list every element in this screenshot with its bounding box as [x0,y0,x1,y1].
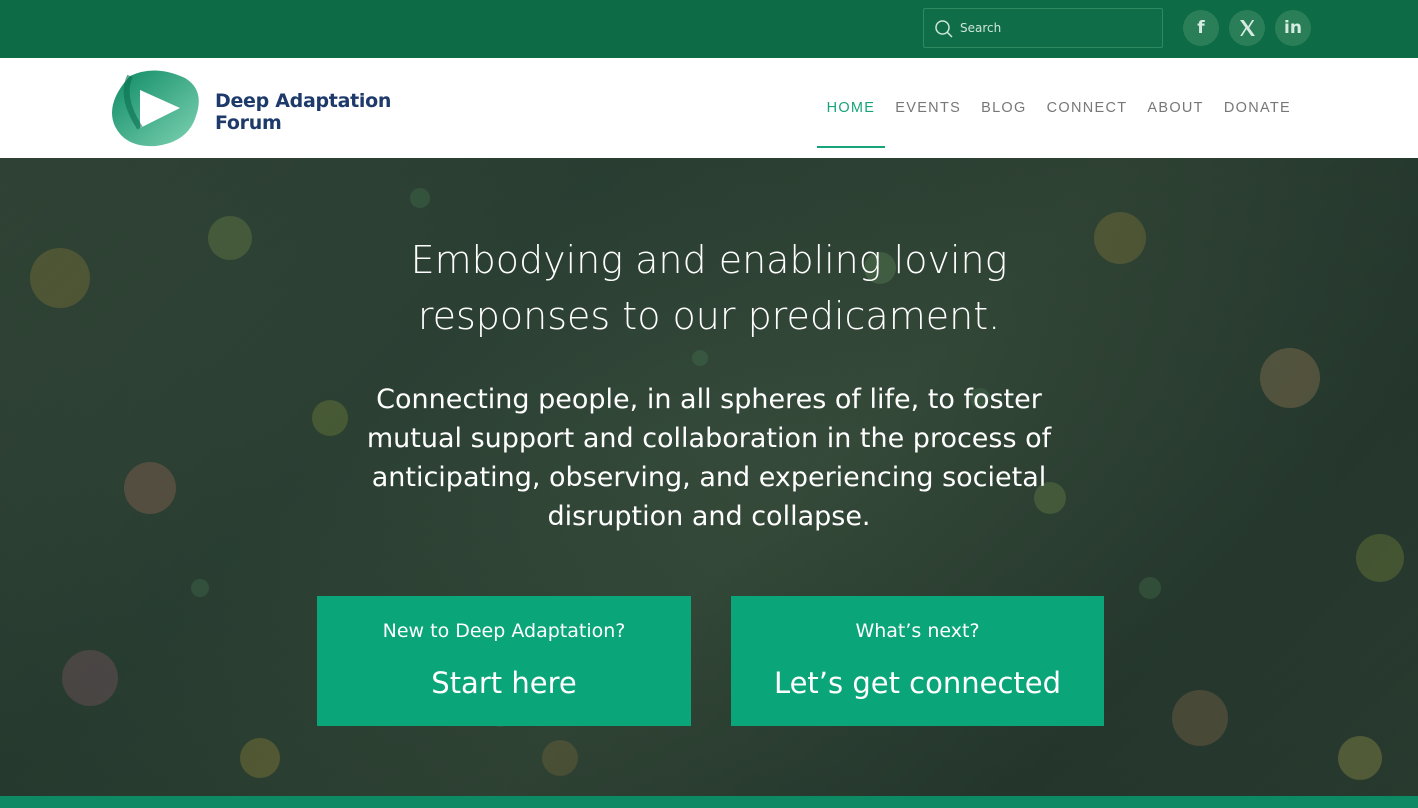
search-input[interactable] [960,9,1156,47]
x-twitter-icon[interactable] [1229,10,1265,46]
nav-home[interactable]: HOME [816,58,886,158]
logo-mark-icon [112,70,199,147]
nav-events[interactable]: EVENTS [885,58,971,158]
nav-about[interactable]: ABOUT [1137,58,1213,158]
nav-blog[interactable]: BLOG [971,58,1037,158]
get-connected-button[interactable]: What’s next? Let’s get connected [731,596,1104,726]
nav-donate[interactable]: DONATE [1214,58,1301,158]
facebook-icon[interactable]: f [1183,10,1219,46]
hero-title: Embodying and enabling loving responses … [0,232,1418,344]
cta-question: What’s next? [855,620,980,642]
logo-text: Deep Adaptation Forum [215,90,391,134]
hero-section: Embodying and enabling loving responses … [0,158,1418,796]
logo-line-1: Deep Adaptation [215,90,392,112]
top-bar: f in [0,0,1418,58]
hero-title-line-1: Embodying and enabling loving [410,238,1008,282]
start-here-button[interactable]: New to Deep Adaptation? Start here [317,596,691,726]
linkedin-icon[interactable]: in [1275,10,1311,46]
cta-question: New to Deep Adaptation? [382,620,626,642]
search-box[interactable] [923,8,1163,48]
x-logo-icon [1240,20,1255,36]
nav-connect[interactable]: CONNECT [1037,58,1138,158]
logo-line-2: Forum [215,112,282,134]
search-icon [935,20,953,38]
hero-title-line-2: responses to our predicament. [417,294,1001,338]
hero-subtitle: Connecting people, in all spheres of lif… [366,384,1052,532]
site-logo[interactable]: Deep Adaptation Forum [110,68,400,148]
bottom-strip [0,796,1418,808]
cta-label: Let’s get connected [773,666,1062,700]
main-nav: HOME EVENTS BLOG CONNECT ABOUT DONATE [816,58,1301,158]
site-header: Deep Adaptation Forum HOME EVENTS BLOG C… [0,58,1418,158]
cta-label: Start here [431,666,577,700]
